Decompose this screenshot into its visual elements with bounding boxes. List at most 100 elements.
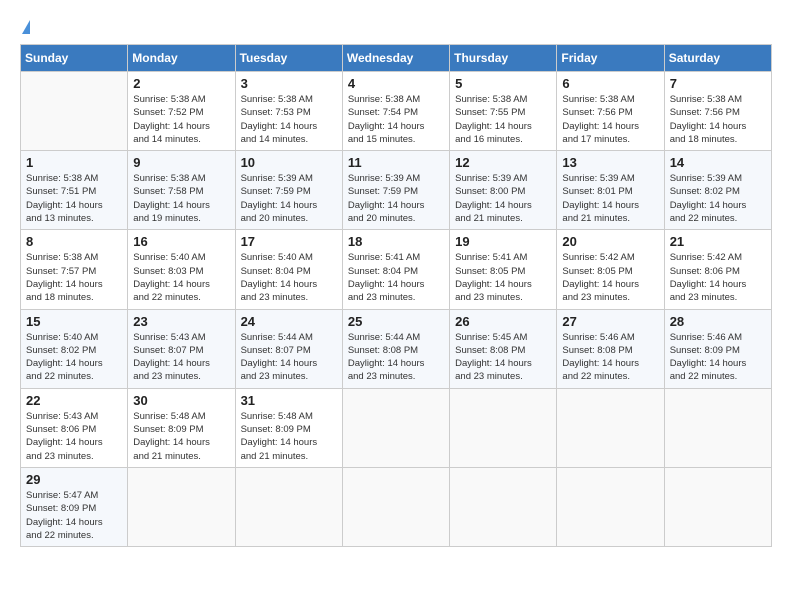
day-of-week-header: Wednesday bbox=[342, 45, 449, 72]
calendar-cell bbox=[128, 467, 235, 546]
day-number: 23 bbox=[133, 314, 229, 329]
calendar-cell bbox=[557, 388, 664, 467]
day-number: 9 bbox=[133, 155, 229, 170]
day-info: Sunrise: 5:42 AM Sunset: 8:05 PM Dayligh… bbox=[562, 251, 658, 304]
day-number: 12 bbox=[455, 155, 551, 170]
day-info: Sunrise: 5:39 AM Sunset: 7:59 PM Dayligh… bbox=[348, 172, 444, 225]
calendar-header-row: SundayMondayTuesdayWednesdayThursdayFrid… bbox=[21, 45, 772, 72]
day-number: 18 bbox=[348, 234, 444, 249]
day-number: 29 bbox=[26, 472, 122, 487]
day-number: 26 bbox=[455, 314, 551, 329]
calendar-week-row: 29 Sunrise: 5:47 AM Sunset: 8:09 PM Dayli… bbox=[21, 467, 772, 546]
day-info: Sunrise: 5:41 AM Sunset: 8:05 PM Dayligh… bbox=[455, 251, 551, 304]
day-info: Sunrise: 5:38 AM Sunset: 7:52 PM Dayligh… bbox=[133, 93, 229, 146]
day-info: Sunrise: 5:40 AM Sunset: 8:02 PM Dayligh… bbox=[26, 331, 122, 384]
day-info: Sunrise: 5:48 AM Sunset: 8:09 PM Dayligh… bbox=[241, 410, 337, 463]
day-of-week-header: Friday bbox=[557, 45, 664, 72]
day-info: Sunrise: 5:38 AM Sunset: 7:58 PM Dayligh… bbox=[133, 172, 229, 225]
calendar-week-row: 15 Sunrise: 5:40 AM Sunset: 8:02 PM Dayli… bbox=[21, 309, 772, 388]
calendar-cell: 2 Sunrise: 5:38 AM Sunset: 7:52 PM Daylig… bbox=[128, 72, 235, 151]
day-number: 24 bbox=[241, 314, 337, 329]
calendar-cell bbox=[342, 467, 449, 546]
calendar-cell bbox=[664, 388, 771, 467]
calendar-cell: 10 Sunrise: 5:39 AM Sunset: 7:59 PM Dayli… bbox=[235, 151, 342, 230]
calendar-cell: 4Sunrise: 5:38 AM Sunset: 7:54 PM Daylig… bbox=[342, 72, 449, 151]
day-number: 21 bbox=[670, 234, 766, 249]
day-info: Sunrise: 5:45 AM Sunset: 8:08 PM Dayligh… bbox=[455, 331, 551, 384]
day-number: 31 bbox=[241, 393, 337, 408]
calendar-cell: 26 Sunrise: 5:45 AM Sunset: 8:08 PM Dayli… bbox=[450, 309, 557, 388]
day-number: 14 bbox=[670, 155, 766, 170]
day-number: 13 bbox=[562, 155, 658, 170]
calendar-cell: 13 Sunrise: 5:39 AM Sunset: 8:01 PM Dayli… bbox=[557, 151, 664, 230]
calendar-cell: 31 Sunrise: 5:48 AM Sunset: 8:09 PM Dayli… bbox=[235, 388, 342, 467]
calendar-cell: 19 Sunrise: 5:41 AM Sunset: 8:05 PM Dayli… bbox=[450, 230, 557, 309]
calendar-cell bbox=[664, 467, 771, 546]
calendar-cell: 3 Sunrise: 5:38 AM Sunset: 7:53 PM Daylig… bbox=[235, 72, 342, 151]
day-info: Sunrise: 5:39 AM Sunset: 8:01 PM Dayligh… bbox=[562, 172, 658, 225]
day-number: 7 bbox=[670, 76, 766, 91]
day-info: Sunrise: 5:38 AM Sunset: 7:54 PM Dayligh… bbox=[348, 93, 444, 146]
day-info: Sunrise: 5:47 AM Sunset: 8:09 PM Dayligh… bbox=[26, 489, 122, 542]
day-number: 20 bbox=[562, 234, 658, 249]
day-number: 15 bbox=[26, 314, 122, 329]
calendar-cell bbox=[21, 72, 128, 151]
day-of-week-header: Thursday bbox=[450, 45, 557, 72]
logo bbox=[20, 20, 30, 34]
day-info: Sunrise: 5:39 AM Sunset: 7:59 PM Dayligh… bbox=[241, 172, 337, 225]
calendar-cell: 6 Sunrise: 5:38 AM Sunset: 7:56 PM Daylig… bbox=[557, 72, 664, 151]
calendar-cell bbox=[450, 467, 557, 546]
calendar-cell: 22 Sunrise: 5:43 AM Sunset: 8:06 PM Dayli… bbox=[21, 388, 128, 467]
calendar-week-row: 8 Sunrise: 5:38 AM Sunset: 7:57 PM Daylig… bbox=[21, 230, 772, 309]
day-number: 16 bbox=[133, 234, 229, 249]
day-info: Sunrise: 5:38 AM Sunset: 7:56 PM Dayligh… bbox=[562, 93, 658, 146]
day-number: 8 bbox=[26, 234, 122, 249]
calendar-cell: 23Sunrise: 5:43 AM Sunset: 8:07 PM Dayli… bbox=[128, 309, 235, 388]
day-number: 19 bbox=[455, 234, 551, 249]
day-info: Sunrise: 5:38 AM Sunset: 7:57 PM Dayligh… bbox=[26, 251, 122, 304]
day-number: 2 bbox=[133, 76, 229, 91]
calendar-cell: 20 Sunrise: 5:42 AM Sunset: 8:05 PM Dayli… bbox=[557, 230, 664, 309]
day-number: 1 bbox=[26, 155, 122, 170]
day-info: Sunrise: 5:38 AM Sunset: 7:51 PM Dayligh… bbox=[26, 172, 122, 225]
day-of-week-header: Sunday bbox=[21, 45, 128, 72]
calendar-cell: 15 Sunrise: 5:40 AM Sunset: 8:02 PM Dayli… bbox=[21, 309, 128, 388]
calendar-week-row: 2 Sunrise: 5:38 AM Sunset: 7:52 PM Daylig… bbox=[21, 72, 772, 151]
day-number: 17 bbox=[241, 234, 337, 249]
day-info: Sunrise: 5:46 AM Sunset: 8:08 PM Dayligh… bbox=[562, 331, 658, 384]
calendar-cell: 7 Sunrise: 5:38 AM Sunset: 7:56 PM Daylig… bbox=[664, 72, 771, 151]
calendar-cell bbox=[235, 467, 342, 546]
day-info: Sunrise: 5:38 AM Sunset: 7:56 PM Dayligh… bbox=[670, 93, 766, 146]
day-info: Sunrise: 5:40 AM Sunset: 8:03 PM Dayligh… bbox=[133, 251, 229, 304]
calendar-cell: 29 Sunrise: 5:47 AM Sunset: 8:09 PM Dayli… bbox=[21, 467, 128, 546]
calendar-cell: 24 Sunrise: 5:44 AM Sunset: 8:07 PM Dayli… bbox=[235, 309, 342, 388]
day-number: 11 bbox=[348, 155, 444, 170]
day-of-week-header: Tuesday bbox=[235, 45, 342, 72]
day-info: Sunrise: 5:40 AM Sunset: 8:04 PM Dayligh… bbox=[241, 251, 337, 304]
day-info: Sunrise: 5:43 AM Sunset: 8:06 PM Dayligh… bbox=[26, 410, 122, 463]
day-info: Sunrise: 5:48 AM Sunset: 8:09 PM Dayligh… bbox=[133, 410, 229, 463]
day-number: 30 bbox=[133, 393, 229, 408]
day-number: 10 bbox=[241, 155, 337, 170]
calendar-cell bbox=[557, 467, 664, 546]
calendar-cell: 17 Sunrise: 5:40 AM Sunset: 8:04 PM Dayli… bbox=[235, 230, 342, 309]
calendar-cell: 30 Sunrise: 5:48 AM Sunset: 8:09 PM Dayli… bbox=[128, 388, 235, 467]
calendar-cell: 12 Sunrise: 5:39 AM Sunset: 8:00 PM Dayli… bbox=[450, 151, 557, 230]
day-info: Sunrise: 5:39 AM Sunset: 8:02 PM Dayligh… bbox=[670, 172, 766, 225]
day-of-week-header: Saturday bbox=[664, 45, 771, 72]
day-number: 22 bbox=[26, 393, 122, 408]
day-info: Sunrise: 5:38 AM Sunset: 7:53 PM Dayligh… bbox=[241, 93, 337, 146]
day-info: Sunrise: 5:39 AM Sunset: 8:00 PM Dayligh… bbox=[455, 172, 551, 225]
calendar-cell: 18Sunrise: 5:41 AM Sunset: 8:04 PM Dayli… bbox=[342, 230, 449, 309]
day-number: 27 bbox=[562, 314, 658, 329]
day-of-week-header: Monday bbox=[128, 45, 235, 72]
day-number: 3 bbox=[241, 76, 337, 91]
day-number: 25 bbox=[348, 314, 444, 329]
calendar-cell: 14 Sunrise: 5:39 AM Sunset: 8:02 PM Dayli… bbox=[664, 151, 771, 230]
day-number: 6 bbox=[562, 76, 658, 91]
day-info: Sunrise: 5:44 AM Sunset: 8:07 PM Dayligh… bbox=[241, 331, 337, 384]
calendar-cell: 11 Sunrise: 5:39 AM Sunset: 7:59 PM Dayli… bbox=[342, 151, 449, 230]
calendar-cell bbox=[342, 388, 449, 467]
calendar-cell: 1 Sunrise: 5:38 AM Sunset: 7:51 PM Daylig… bbox=[21, 151, 128, 230]
calendar-week-row: 22 Sunrise: 5:43 AM Sunset: 8:06 PM Dayli… bbox=[21, 388, 772, 467]
